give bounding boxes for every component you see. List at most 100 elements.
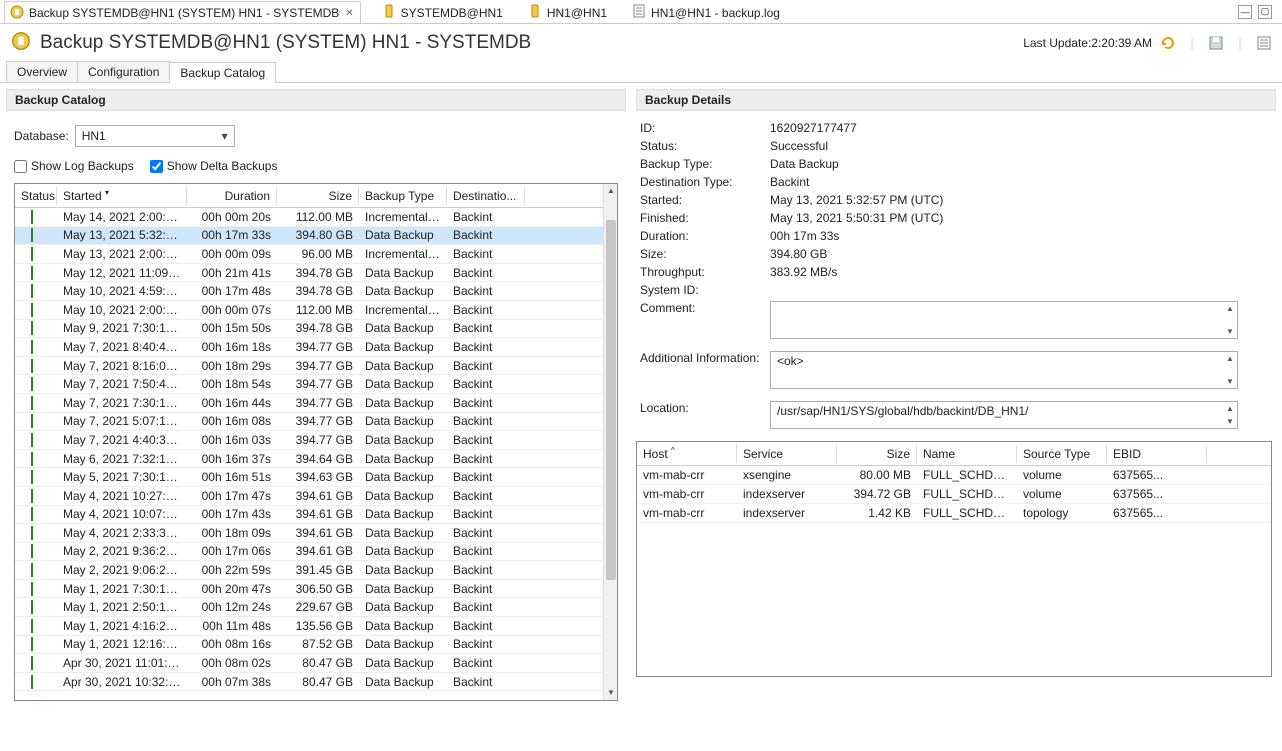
col-fname[interactable]: Name <box>917 445 1017 463</box>
table-row[interactable]: vm-mab-crrindexserver394.72 GBFULL_SCHD_… <box>637 485 1271 504</box>
col-dest[interactable]: Destinatio... <box>447 187 525 205</box>
col-ebid[interactable]: EBID <box>1107 445 1207 463</box>
table-row[interactable]: May 7, 2021 8:16:03 ...00h 18m 29s394.77… <box>15 357 603 376</box>
cell-dest: Backint <box>447 544 525 558</box>
status-success-icon <box>31 284 33 298</box>
cell-duration: 00h 16m 44s <box>187 396 277 410</box>
cell-fsize: 394.72 GB <box>837 487 917 501</box>
table-row[interactable]: May 7, 2021 5:07:14 ...00h 16m 08s394.77… <box>15 413 603 432</box>
show-delta-backups-checkbox[interactable]: Show Delta Backups <box>150 159 278 173</box>
scroll-down-icon[interactable]: ▼ <box>606 688 616 698</box>
cell-type: Data Backup <box>359 675 447 689</box>
cell-size: 96.00 MB <box>277 247 359 261</box>
table-row[interactable]: May 7, 2021 7:50:48 ...00h 18m 54s394.77… <box>15 375 603 394</box>
col-status[interactable]: Status <box>15 187 57 205</box>
table-row[interactable]: May 12, 2021 11:09:5...00h 21m 41s394.78… <box>15 264 603 283</box>
tab-overview[interactable]: Overview <box>6 61 78 82</box>
catalog-scrollbar[interactable]: ▲ ▼ <box>603 184 617 700</box>
cell-dest: Backint <box>447 433 525 447</box>
database-dropdown[interactable]: HN1 <box>75 125 235 147</box>
status-success-icon <box>31 507 33 521</box>
status-success-icon <box>31 544 33 558</box>
table-row[interactable]: May 4, 2021 10:07:13...00h 17m 43s394.61… <box>15 506 603 525</box>
cell-started: May 14, 2021 2:00:13... <box>57 210 187 224</box>
table-row[interactable]: vm-mab-crrxsengine80.00 MBFULL_SCHD_d...… <box>637 466 1271 485</box>
table-row[interactable]: May 10, 2021 2:00:14...00h 00m 07s112.00… <box>15 301 603 320</box>
cell-ebid: 637565... <box>1107 506 1207 520</box>
cell-type: Data Backup <box>359 340 447 354</box>
status-label: Status: <box>640 139 770 153</box>
minimize-icon[interactable]: — <box>1238 5 1252 19</box>
table-row[interactable]: May 1, 2021 4:16:24 ...00h 11m 48s135.56… <box>15 617 603 636</box>
cell-type: Data Backup <box>359 377 447 391</box>
tab-configuration[interactable]: Configuration <box>77 61 170 82</box>
editor-tab-systemdb[interactable]: SYSTEMDB@HN1 <box>377 1 507 23</box>
table-row[interactable]: May 4, 2021 2:33:39 ...00h 18m 09s394.61… <box>15 524 603 543</box>
col-fsize[interactable]: Size <box>837 445 917 463</box>
cell-service: xsengine <box>737 468 837 482</box>
tab-backup-catalog[interactable]: Backup Catalog <box>169 62 276 83</box>
table-row[interactable]: Apr 30, 2021 11:01:3...00h 08m 02s80.47 … <box>15 654 603 673</box>
table-row[interactable]: May 2, 2021 9:36:20 ...00h 17m 06s394.61… <box>15 543 603 562</box>
col-started[interactable]: Started ▾ <box>57 186 187 205</box>
table-row[interactable]: May 9, 2021 7:30:13 ...00h 15m 50s394.78… <box>15 320 603 339</box>
col-stype[interactable]: Source Type <box>1017 445 1107 463</box>
scroll-thumb[interactable] <box>606 220 616 580</box>
save-icon[interactable] <box>1208 35 1224 51</box>
col-host[interactable]: Host ^ <box>637 444 737 463</box>
system-id-label: System ID: <box>640 283 770 297</box>
cell-size: 87.52 GB <box>277 637 359 651</box>
table-row[interactable]: Apr 30, 2021 10:32:1...00h 07m 38s80.47 … <box>15 673 603 692</box>
table-row[interactable]: May 1, 2021 2:50:12 ...00h 12m 24s229.67… <box>15 598 603 617</box>
cell-size: 391.45 GB <box>277 563 359 577</box>
table-row[interactable]: May 4, 2021 10:27:57...00h 17m 47s394.61… <box>15 487 603 506</box>
cell-duration: 00h 17m 43s <box>187 507 277 521</box>
table-row[interactable]: May 6, 2021 7:32:12 ...00h 16m 37s394.64… <box>15 450 603 469</box>
cell-dest: Backint <box>447 452 525 466</box>
cell-started: Apr 30, 2021 11:01:3... <box>57 656 187 670</box>
table-row[interactable]: May 1, 2021 7:30:14 ...00h 20m 47s306.50… <box>15 580 603 599</box>
cell-size: 394.61 GB <box>277 507 359 521</box>
table-row[interactable]: May 2, 2021 9:06:25 ...00h 22m 59s391.45… <box>15 561 603 580</box>
table-row[interactable]: May 7, 2021 8:40:47 ...00h 16m 18s394.77… <box>15 338 603 357</box>
editor-tab-backup[interactable]: Backup SYSTEMDB@HN1 (SYSTEM) HN1 - SYSTE… <box>4 1 361 23</box>
table-row[interactable]: vm-mab-crrindexserver1.42 KBFULL_SCHD_d.… <box>637 504 1271 523</box>
addinfo-textarea[interactable]: <ok>▲▼ <box>770 351 1238 389</box>
editor-tab-hn1[interactable]: HN1@HN1 <box>523 1 611 23</box>
database-selector-row: Database: HN1 <box>6 111 626 155</box>
location-textarea[interactable]: /usr/sap/HN1/SYS/global/hdb/backint/DB_H… <box>770 401 1238 429</box>
refresh-icon[interactable] <box>1160 35 1176 51</box>
open-log-icon[interactable] <box>1256 35 1272 51</box>
cell-service: indexserver <box>737 487 837 501</box>
cell-size: 394.61 GB <box>277 544 359 558</box>
col-service[interactable]: Service <box>737 445 837 463</box>
table-row[interactable]: May 13, 2021 2:00:13...00h 00m 09s96.00 … <box>15 245 603 264</box>
cell-size: 394.78 GB <box>277 284 359 298</box>
cell-duration: 00h 11m 48s <box>187 619 277 633</box>
col-type[interactable]: Backup Type <box>359 187 447 205</box>
col-size[interactable]: Size <box>277 187 359 205</box>
table-row[interactable]: May 14, 2021 2:00:13...00h 00m 20s112.00… <box>15 208 603 227</box>
cell-duration: 00h 16m 18s <box>187 340 277 354</box>
table-row[interactable]: May 1, 2021 12:16:21...00h 08m 16s87.52 … <box>15 636 603 655</box>
backup-icon <box>10 30 32 55</box>
editor-tab-log[interactable]: HN1@HN1 - backup.log <box>627 1 784 23</box>
table-row[interactable]: May 7, 2021 4:40:30 ...00h 16m 03s394.77… <box>15 431 603 450</box>
editor-tab-label: SYSTEMDB@HN1 <box>401 6 503 20</box>
close-icon[interactable]: ✕ <box>343 8 355 19</box>
comment-textarea[interactable]: ▲▼ <box>770 301 1238 339</box>
table-row[interactable]: May 7, 2021 7:30:13 ...00h 16m 44s394.77… <box>15 394 603 413</box>
cell-started: May 1, 2021 4:16:24 ... <box>57 619 187 633</box>
cell-size: 394.77 GB <box>277 359 359 373</box>
table-row[interactable]: May 13, 2021 5:32:57...00h 17m 33s394.80… <box>15 227 603 246</box>
status-success-icon <box>31 470 33 484</box>
backup-type-value: Data Backup <box>770 157 1276 171</box>
table-row[interactable]: May 10, 2021 4:59:10...00h 17m 48s394.78… <box>15 282 603 301</box>
maximize-icon[interactable]: ▢ <box>1258 5 1272 19</box>
scroll-up-icon[interactable]: ▲ <box>606 186 616 196</box>
cell-duration: 00h 00m 20s <box>187 210 277 224</box>
col-duration[interactable]: Duration <box>187 187 277 205</box>
table-row[interactable]: May 5, 2021 7:30:13 ...00h 16m 51s394.63… <box>15 468 603 487</box>
cell-type: Data Backup <box>359 507 447 521</box>
show-log-backups-checkbox[interactable]: Show Log Backups <box>14 159 134 173</box>
